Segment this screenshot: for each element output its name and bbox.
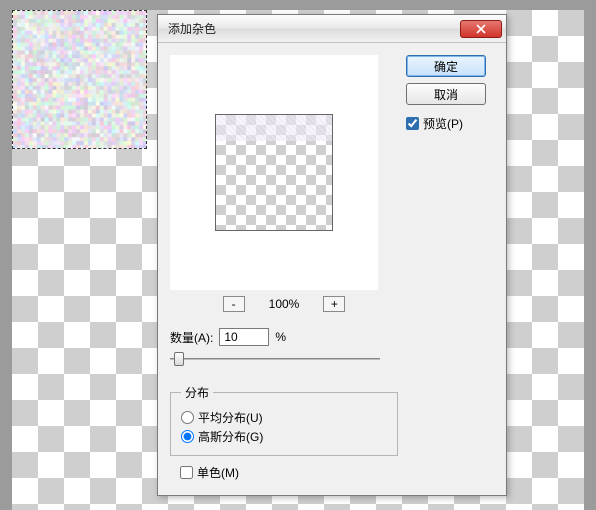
preview-noise [216,115,332,141]
preview-checkbox[interactable] [406,117,419,130]
add-noise-dialog: 添加杂色 - 100% + 数量(A): % [157,14,507,496]
amount-label: 数量(A): [170,329,213,346]
amount-input[interactable] [219,328,269,346]
distribution-group: 分布 平均分布(U) 高斯分布(G) [170,384,398,456]
zoom-out-button[interactable]: - [223,296,245,312]
slider-thumb[interactable] [174,352,184,366]
amount-slider[interactable] [170,350,380,368]
distribution-legend: 分布 [181,384,213,401]
gaussian-radio-row[interactable]: 高斯分布(G) [181,428,387,445]
close-icon [476,24,486,34]
zoom-in-button[interactable]: + [323,296,345,312]
monochrome-checkbox[interactable] [180,466,193,479]
amount-unit: % [275,330,286,344]
gaussian-label: 高斯分布(G) [198,428,263,445]
zoom-value: 100% [269,297,300,311]
monochrome-label: 单色(M) [197,464,239,481]
cancel-button[interactable]: 取消 [406,83,486,105]
uniform-radio[interactable] [181,411,194,424]
gaussian-radio[interactable] [181,430,194,443]
uniform-label: 平均分布(U) [198,409,263,426]
close-button[interactable] [460,20,502,38]
selection-marquee [12,10,147,149]
preview-panel [170,55,378,290]
titlebar[interactable]: 添加杂色 [158,15,506,43]
preview-image[interactable] [215,114,333,231]
monochrome-row[interactable]: 单色(M) [170,456,398,485]
uniform-radio-row[interactable]: 平均分布(U) [181,409,387,426]
ok-button[interactable]: 确定 [406,55,486,77]
preview-checkbox-row[interactable]: 预览(P) [406,115,494,132]
preview-label: 预览(P) [423,115,463,132]
dialog-title: 添加杂色 [168,20,216,37]
